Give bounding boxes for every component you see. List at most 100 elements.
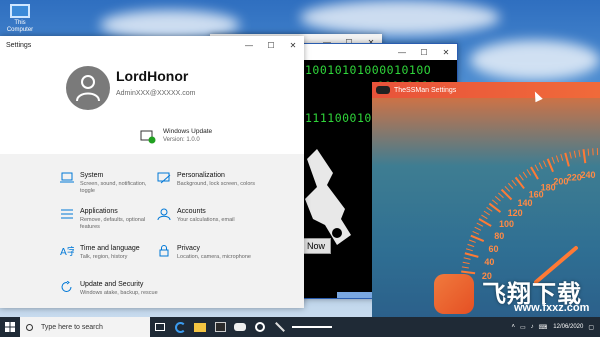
gauge-tick	[474, 226, 482, 231]
task-view-icon[interactable]	[150, 317, 170, 337]
settings-window[interactable]: Settings — ☐ ✕ LordHonor AdminXXX@XXXXX.…	[0, 36, 304, 308]
gauge-tick	[470, 234, 485, 242]
gauge-tick	[538, 162, 543, 170]
chevron-up-icon[interactable]: ˄	[511, 324, 515, 330]
gauge-tick	[504, 186, 511, 192]
settings-categories: System Screen, sound, notification, togg…	[0, 154, 304, 308]
taskbar-search[interactable]: Type here to search	[20, 317, 150, 337]
gauge-tick	[551, 156, 555, 164]
gauge-tick	[518, 174, 524, 181]
gauge-tick	[555, 155, 560, 163]
gauge-tick	[587, 148, 590, 156]
gauge-tick-label: 80	[494, 231, 504, 241]
cloud	[470, 40, 600, 80]
user-email: AdminXXX@XXXXX.com	[116, 90, 196, 97]
notifications-icon[interactable]: ▢	[588, 324, 594, 331]
window-title: Settings	[6, 41, 32, 49]
refresh-icon	[61, 281, 72, 292]
file-explorer-icon[interactable]	[190, 317, 210, 337]
gauge-tick-label: 100	[499, 219, 514, 229]
edge-icon[interactable]	[170, 317, 190, 337]
gauge-tick	[486, 206, 493, 212]
user-icon	[76, 75, 100, 102]
gauge-tick	[462, 261, 470, 265]
gamepad-app-icon[interactable]	[230, 317, 250, 337]
gauge-tick	[578, 149, 581, 157]
apps-list-icon	[61, 209, 73, 219]
computer-icon	[10, 4, 30, 18]
gauge-tick-label: 140	[518, 198, 533, 208]
gauge-tick	[467, 243, 475, 248]
keyboard-icon[interactable]: ⌨	[539, 324, 548, 331]
close-icon[interactable]: ✕	[282, 41, 304, 50]
laptop-icon	[60, 172, 74, 183]
cloud	[300, 0, 500, 35]
minimize-icon[interactable]: —	[391, 48, 413, 57]
windows-update-icon	[140, 130, 156, 144]
taskbar: Type here to search ˄ ▭ ♪ ⌨ 12/06/2020 ▢	[0, 317, 600, 337]
gauge-tick	[560, 153, 564, 161]
gauge-tick	[481, 214, 488, 220]
clock[interactable]: 12/06/2020	[553, 324, 583, 331]
paint-brush-icon	[157, 172, 171, 184]
gauge-tick	[569, 151, 572, 159]
windows-update-title[interactable]: Windows Update	[163, 128, 212, 135]
gauge-tick-label: 240	[581, 170, 596, 180]
gauge-tick	[472, 230, 480, 235]
gauge-tick	[542, 160, 547, 168]
svg-text:A字: A字	[60, 245, 74, 257]
gauge-tick	[534, 164, 539, 172]
person-icon	[157, 208, 171, 220]
gauge-tick	[526, 169, 532, 176]
gauge-tick	[491, 199, 498, 205]
window-title: TheSSMan Settings	[394, 86, 457, 94]
lock-icon	[159, 245, 169, 257]
language-icon: A字	[60, 245, 74, 257]
gauge-tick-label: 220	[567, 172, 582, 182]
gauge-tick	[476, 222, 484, 227]
network-icon[interactable]: ▭	[520, 324, 526, 331]
now-button[interactable]: Now	[301, 238, 331, 254]
settings-app-icon[interactable]	[250, 317, 270, 337]
gauge-tick	[498, 192, 504, 199]
user-name: LordHonor	[116, 68, 189, 84]
tool-app-icon[interactable]	[270, 317, 290, 337]
close-icon[interactable]: ✕	[435, 48, 457, 57]
gauge-tick-label: 60	[489, 244, 499, 254]
store-icon[interactable]	[210, 317, 230, 337]
gauge-tick	[465, 248, 473, 252]
gauge-tick	[546, 158, 554, 173]
gauge-tick	[461, 266, 469, 269]
window-caption: — ☐ ✕	[297, 44, 457, 60]
maximize-icon[interactable]: ☐	[260, 41, 282, 50]
minimize-icon[interactable]: —	[238, 41, 260, 50]
windows-update-version: Version: 1.0.0	[163, 137, 200, 143]
window-caption: TheSSMan Settings	[372, 82, 600, 98]
gauge-tick	[511, 179, 517, 186]
gauge-tick-label: 120	[508, 208, 523, 218]
gauge-tick	[468, 239, 476, 243]
avatar[interactable]	[66, 66, 110, 110]
desktop-icon-this-computer[interactable]: This Computer	[2, 4, 38, 34]
gauge-tick	[464, 252, 479, 258]
watermark: 飞翔下载 www.fxxz.com	[430, 270, 600, 320]
windows-logo-icon	[5, 322, 15, 332]
gauge-tick	[564, 152, 570, 167]
gamepad-icon	[376, 86, 390, 94]
window-caption: Settings — ☐ ✕	[0, 36, 304, 54]
gauge-tick	[507, 182, 514, 189]
gauge-tick	[573, 150, 577, 158]
speedometer-gauge: 20406080100120140160180200220240	[460, 148, 599, 290]
gauge-tick	[494, 195, 501, 202]
gauge-tick	[463, 257, 471, 260]
start-button[interactable]	[0, 317, 20, 337]
volume-icon[interactable]: ♪	[531, 324, 534, 330]
progress-bar	[337, 292, 373, 298]
gauge-tick	[522, 171, 528, 179]
maximize-icon[interactable]: ☐	[413, 48, 435, 57]
gauge-tick	[582, 149, 587, 164]
watermark-logo	[434, 274, 474, 314]
gauge-tick	[483, 210, 491, 216]
gauge-tick-label: 40	[484, 257, 494, 267]
system-tray: ˄ ▭ ♪ ⌨ 12/06/2020 ▢	[506, 324, 600, 331]
